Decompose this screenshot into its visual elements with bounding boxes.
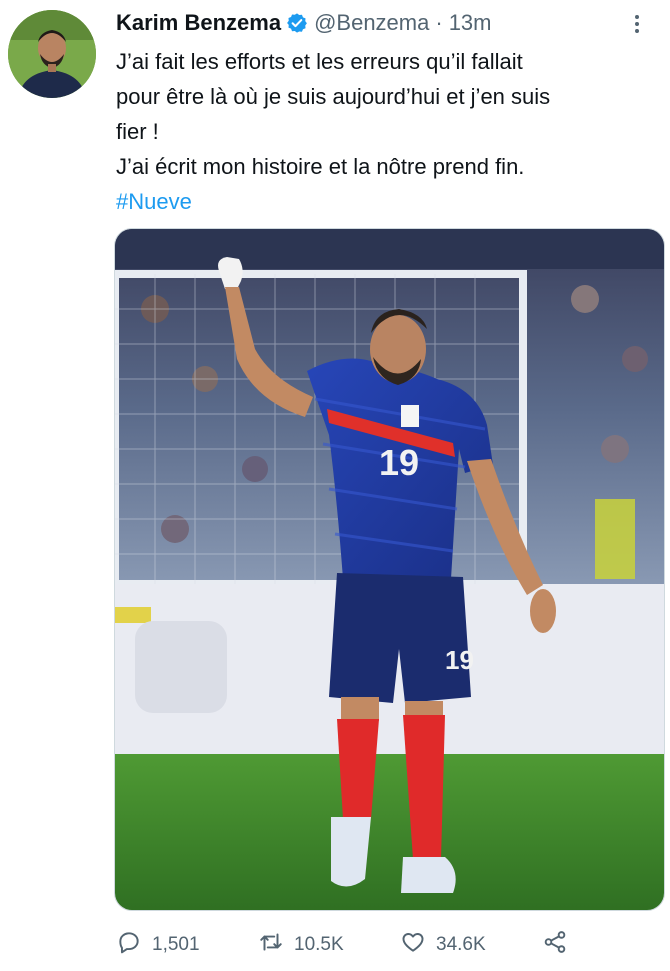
tweet: Karim Benzema @Benzema · 13m J’ai fait l… [0,0,670,971]
like-button[interactable]: 34.6K [400,929,542,961]
retweet-button[interactable]: 10.5K [258,929,400,961]
author-name[interactable]: Karim Benzema [116,10,281,36]
author-handle[interactable]: @Benzema [314,10,429,36]
reply-icon [116,929,142,961]
retweet-icon [258,929,284,961]
share-icon [542,929,568,961]
tweet-photo[interactable]: 19 19 [114,228,665,911]
like-count: 34.6K [436,934,486,955]
share-button[interactable] [542,929,568,961]
tweet-actions: 1,501 10.5K 34.6K [116,928,568,962]
verified-badge-icon [286,12,308,34]
tweet-text-line: fier ! [116,119,159,144]
like-icon [400,929,426,961]
reply-button[interactable]: 1,501 [116,929,258,961]
retweet-count: 10.5K [294,934,344,955]
header-separator: · [435,10,443,35]
tweet-text-line: J’ai fait les efforts et les erreurs qu’… [116,49,523,74]
tweet-text-line: J’ai écrit mon histoire et la nôtre pren… [116,154,525,179]
tweet-text: J’ai fait les efforts et les erreurs qu’… [116,44,656,219]
hashtag-link[interactable]: #Nueve [116,184,656,219]
avatar[interactable] [8,10,96,98]
more-icon[interactable] [622,10,652,38]
reply-count: 1,501 [152,934,200,955]
tweet-text-line: pour être là où je suis aujourd’hui et j… [116,84,551,109]
shorts-number: 19 [445,645,474,675]
tweet-header: Karim Benzema @Benzema · 13m [116,8,491,38]
tweet-timestamp[interactable]: 13m [449,10,492,36]
jersey-number: 19 [379,442,419,483]
